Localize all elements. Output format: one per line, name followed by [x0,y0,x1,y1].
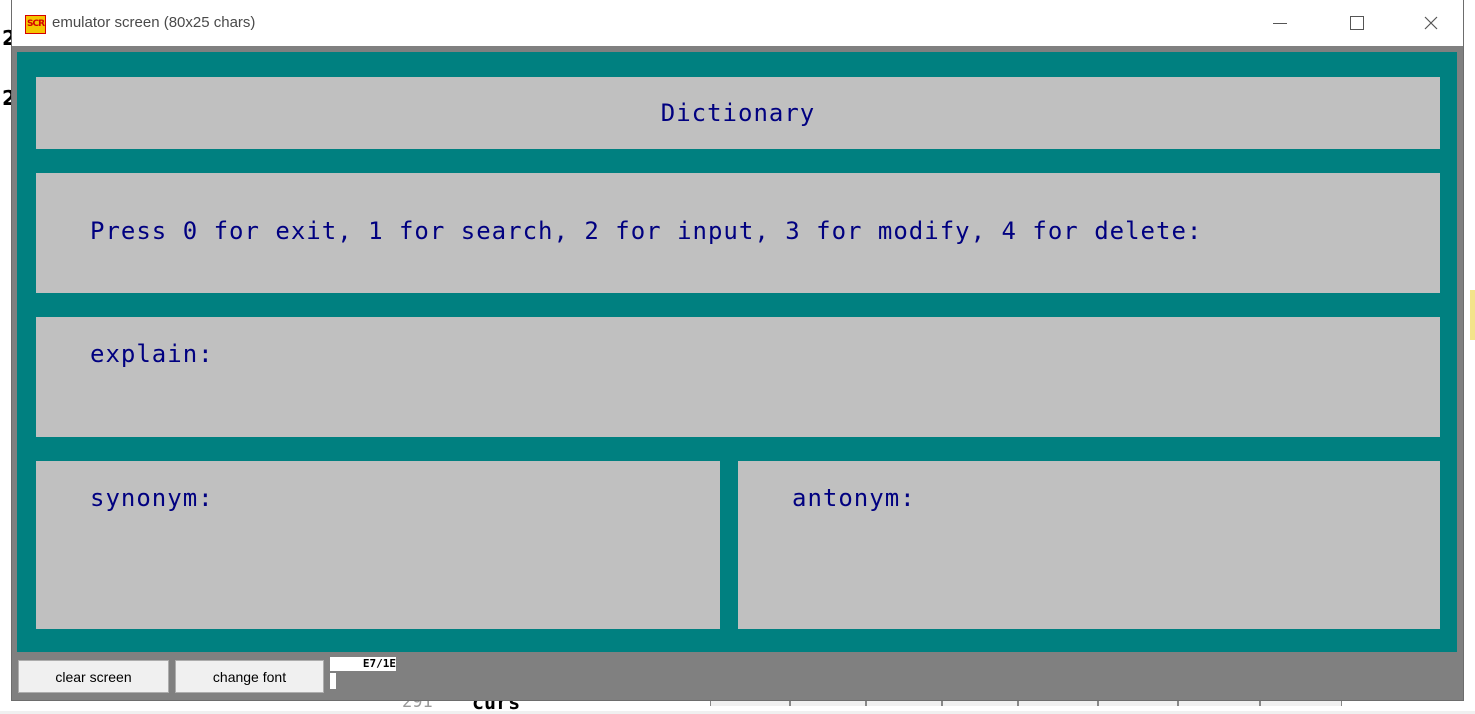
antonym-label: antonym: [792,484,916,512]
menu-prompt: Press 0 for exit, 1 for search, 2 for in… [90,217,1203,245]
maximize-button[interactable] [1334,8,1380,38]
app-icon: SCR [25,15,46,34]
emulator-window: SCR emulator screen (80x25 chars) Dictio… [12,0,1463,700]
change-font-button[interactable]: change font [175,660,324,693]
explain-panel: explain: [36,317,1440,437]
synonym-panel: synonym: [36,461,720,629]
emulator-screen[interactable]: Dictionary Press 0 for exit, 1 for searc… [17,52,1457,652]
maximize-icon [1350,16,1364,30]
close-icon [1424,16,1438,30]
window-title: emulator screen (80x25 chars) [52,14,256,31]
clear-screen-button[interactable]: clear screen [18,660,169,693]
status-indicator: E7/1E [330,657,396,671]
synonym-label: synonym: [90,484,214,512]
close-button[interactable] [1408,8,1454,38]
background-right-strip [1463,40,1475,711]
background-highlight [1470,290,1475,340]
status-indicator-bar [330,673,336,689]
title-bar[interactable]: SCR emulator screen (80x25 chars) [12,0,1463,46]
screen-title: Dictionary [660,99,816,127]
minimize-icon [1273,22,1287,24]
explain-label: explain: [90,340,214,368]
minimize-button[interactable] [1257,8,1303,38]
antonym-panel: antonym: [738,461,1440,629]
background-left-strip: 2 2 [0,0,16,711]
title-panel: Dictionary [36,77,1440,149]
menu-panel: Press 0 for exit, 1 for search, 2 for in… [36,173,1440,293]
